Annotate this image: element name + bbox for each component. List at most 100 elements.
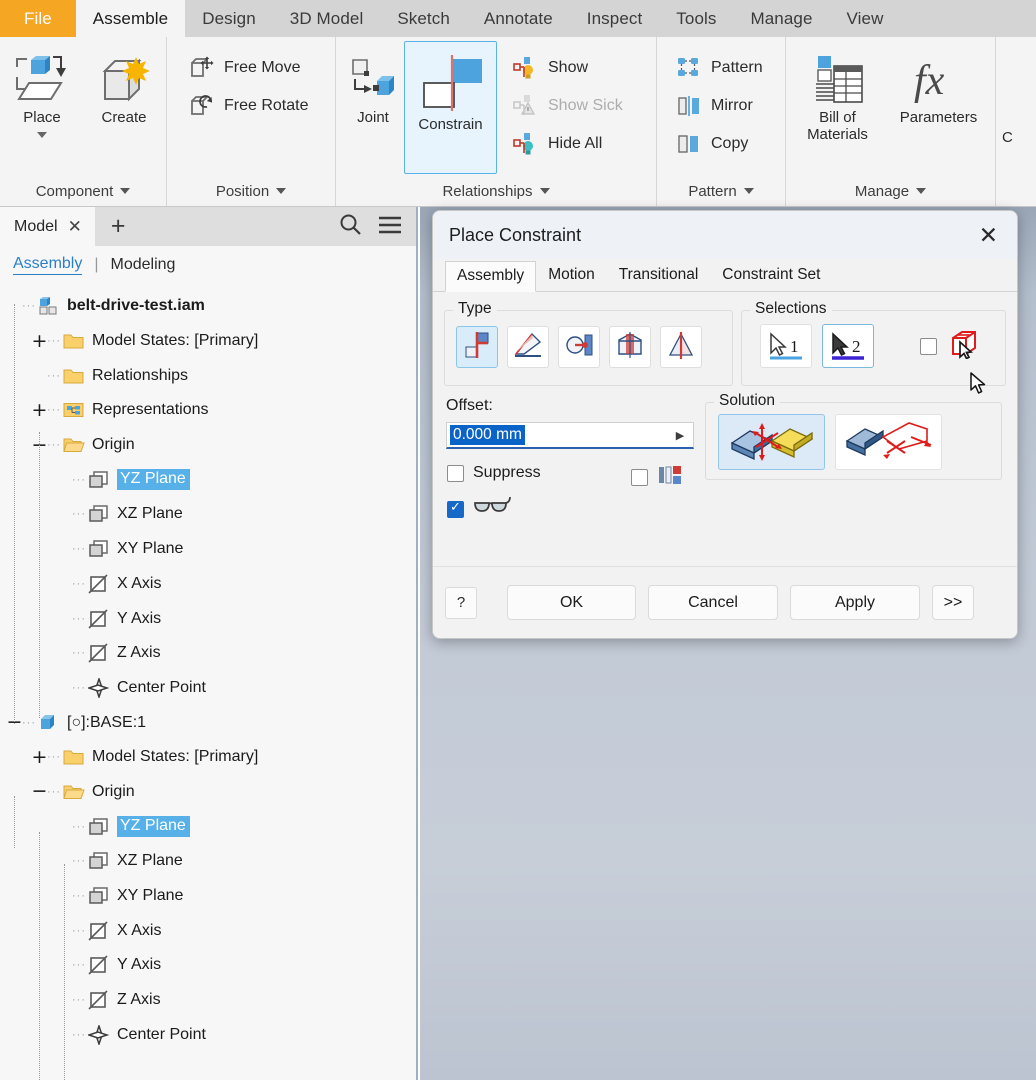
apply-button[interactable]: Apply bbox=[790, 585, 920, 620]
ribbon-tab-design[interactable]: Design bbox=[185, 0, 273, 37]
ribbon-tab-annotate[interactable]: Annotate bbox=[467, 0, 570, 37]
symmetry-constraint-button[interactable] bbox=[660, 326, 702, 368]
expand-button[interactable]: >> bbox=[932, 585, 974, 620]
svg-text:fx: fx bbox=[914, 58, 945, 104]
solution-opposed-button[interactable] bbox=[718, 414, 825, 470]
chevron-down-icon[interactable] bbox=[276, 188, 287, 194]
collapse-icon[interactable]: − bbox=[32, 782, 48, 801]
ribbon-tab-tools[interactable]: Tools bbox=[659, 0, 733, 37]
tree-item[interactable]: ··· Y Axis bbox=[0, 948, 416, 983]
pick-part-first-checkbox[interactable] bbox=[920, 337, 937, 355]
ribbon-panel-manage: Bill of Materials fx Parameters Manage bbox=[786, 37, 996, 206]
insert-constraint-button[interactable] bbox=[609, 326, 651, 368]
help-button[interactable]: ? bbox=[445, 586, 477, 619]
hide-all-button[interactable]: Hide All bbox=[505, 125, 631, 163]
tree-item[interactable]: ··· Y Axis bbox=[0, 601, 416, 636]
show-relationship-icon[interactable] bbox=[658, 464, 682, 490]
tree-item[interactable]: ··· YZ Plane bbox=[0, 809, 416, 844]
tree-item[interactable]: ··· YZ Plane bbox=[0, 462, 416, 497]
bill-of-materials-button[interactable]: Bill of Materials bbox=[791, 45, 885, 144]
tree-item[interactable]: ··· Z Axis bbox=[0, 983, 416, 1018]
expand-icon[interactable]: + bbox=[32, 400, 48, 419]
pick-part-first-icon[interactable] bbox=[949, 329, 979, 363]
tree-item[interactable]: + ··· Model States: [Primary] bbox=[0, 324, 416, 359]
mirror-button[interactable]: Mirror bbox=[668, 87, 771, 125]
offset-input[interactable]: 0.000 mm ▶ bbox=[446, 422, 694, 449]
tab-assembly[interactable]: Assembly bbox=[445, 261, 537, 292]
ribbon-tab-file[interactable]: File bbox=[0, 0, 76, 37]
place-dropdown-caret[interactable] bbox=[37, 132, 47, 139]
suppress-checkbox[interactable] bbox=[447, 464, 464, 482]
show-sick-button[interactable]: Show Sick bbox=[505, 87, 631, 125]
ribbon-tab-sketch[interactable]: Sketch bbox=[380, 0, 467, 37]
tree-item[interactable]: − ··· [○]:BASE:1 bbox=[0, 705, 416, 740]
tree-item[interactable]: ··· XY Plane bbox=[0, 532, 416, 567]
tree-item[interactable]: + ··· Representations bbox=[0, 393, 416, 428]
subtab-assembly[interactable]: Assembly bbox=[13, 255, 83, 275]
tree-item[interactable]: ··· Center Point bbox=[0, 671, 416, 706]
ribbon-tab-inspect[interactable]: Inspect bbox=[570, 0, 660, 37]
free-rotate-button[interactable]: Free Rotate bbox=[181, 87, 316, 125]
tangent-constraint-button[interactable] bbox=[558, 326, 600, 368]
add-tab-button[interactable]: + bbox=[95, 214, 142, 239]
glasses-icon[interactable] bbox=[473, 495, 513, 523]
tree-item[interactable]: − ··· Origin bbox=[0, 428, 416, 463]
browser-tab-model[interactable]: Model ✕ bbox=[0, 207, 95, 246]
subtab-modeling[interactable]: Modeling bbox=[111, 256, 176, 274]
close-icon[interactable]: ✕ bbox=[68, 218, 82, 235]
tree-item[interactable]: − ··· Origin bbox=[0, 775, 416, 810]
ribbon-tab-manage[interactable]: Manage bbox=[733, 0, 829, 37]
ribbon-tab-assemble[interactable]: Assemble bbox=[75, 0, 186, 37]
expand-icon[interactable]: + bbox=[32, 747, 48, 766]
expand-icon[interactable]: + bbox=[32, 331, 48, 350]
copy-button[interactable]: Copy bbox=[668, 125, 771, 163]
chevron-down-icon[interactable] bbox=[120, 188, 131, 194]
dialog-title-bar[interactable]: Place Constraint ✕ bbox=[433, 211, 1017, 259]
tree-item[interactable]: ··· X Axis bbox=[0, 567, 416, 602]
constrain-button[interactable]: Constrain bbox=[404, 41, 497, 174]
tree-item[interactable]: ··· Relationships bbox=[0, 358, 416, 393]
tab-motion[interactable]: Motion bbox=[536, 260, 607, 291]
ribbon-panel-label-pattern[interactable]: Pattern bbox=[657, 176, 785, 206]
predict-offset-checkbox[interactable] bbox=[447, 500, 464, 518]
free-move-button[interactable]: Free Move bbox=[181, 49, 316, 87]
tree-item[interactable]: ··· Center Point bbox=[0, 1017, 416, 1052]
hamburger-icon[interactable] bbox=[378, 215, 402, 239]
ribbon-tab-3d-model[interactable]: 3D Model bbox=[273, 0, 381, 37]
selection-2-button[interactable]: 2 bbox=[822, 324, 874, 368]
ribbon-panel-label-position[interactable]: Position bbox=[167, 176, 335, 206]
close-icon[interactable]: ✕ bbox=[974, 223, 1003, 247]
tree-item[interactable]: ··· Z Axis bbox=[0, 636, 416, 671]
ribbon-panel-label-relationships[interactable]: Relationships bbox=[336, 176, 656, 206]
show-relationship-checkbox[interactable] bbox=[631, 468, 648, 486]
tree-item[interactable]: ··· XZ Plane bbox=[0, 497, 416, 532]
tree-item[interactable]: ··· X Axis bbox=[0, 913, 416, 948]
place-component-button[interactable]: Place bbox=[3, 45, 81, 139]
ribbon-panel-label-manage[interactable]: Manage bbox=[786, 176, 995, 206]
angle-constraint-button[interactable] bbox=[507, 326, 549, 368]
show-button[interactable]: Show bbox=[505, 49, 631, 87]
selection-1-button[interactable]: 1 bbox=[760, 324, 812, 368]
chevron-down-icon[interactable] bbox=[743, 188, 754, 194]
tab-transitional[interactable]: Transitional bbox=[607, 260, 711, 291]
create-component-button[interactable]: Create bbox=[85, 45, 163, 126]
search-icon[interactable] bbox=[339, 213, 362, 240]
tree-item[interactable]: ··· XZ Plane bbox=[0, 844, 416, 879]
offset-dropdown-arrow[interactable]: ▶ bbox=[667, 429, 693, 442]
tree-item[interactable]: + ··· Model States: [Primary] bbox=[0, 740, 416, 775]
ok-button[interactable]: OK bbox=[507, 585, 636, 620]
parameters-button[interactable]: fx Parameters bbox=[887, 45, 991, 126]
tree-item[interactable]: ··· belt-drive-test.iam bbox=[0, 289, 416, 324]
chevron-down-icon[interactable] bbox=[539, 188, 550, 194]
solution-aligned-button[interactable] bbox=[835, 414, 942, 470]
tree-item[interactable]: ··· XY Plane bbox=[0, 879, 416, 914]
ribbon-tab-view[interactable]: View bbox=[830, 0, 901, 37]
ribbon-panel-label-component[interactable]: Component bbox=[0, 176, 166, 206]
chevron-down-icon[interactable] bbox=[916, 188, 927, 194]
cancel-button[interactable]: Cancel bbox=[648, 585, 778, 620]
pattern-button[interactable]: Pattern bbox=[668, 49, 771, 87]
joint-button[interactable]: Joint bbox=[344, 45, 402, 126]
mate-constraint-button[interactable] bbox=[456, 326, 498, 368]
tab-constraint-set[interactable]: Constraint Set bbox=[710, 260, 832, 291]
